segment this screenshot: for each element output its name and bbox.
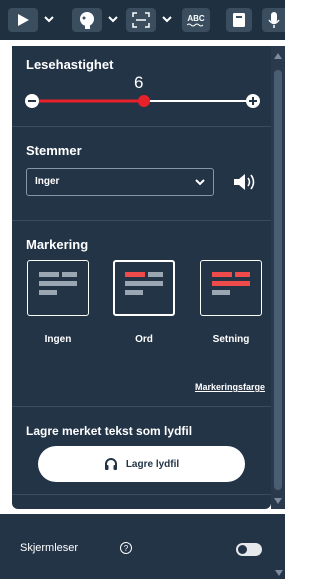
highlight-option-label: Ord bbox=[135, 334, 153, 345]
screen-mask-button[interactable] bbox=[126, 8, 156, 32]
dictation-button[interactable] bbox=[262, 8, 285, 32]
highlight-title: Markering bbox=[26, 237, 89, 252]
highlight-option-word[interactable] bbox=[113, 260, 175, 316]
scroll-down-icon[interactable] bbox=[273, 497, 283, 505]
highlight-option-sentence[interactable] bbox=[200, 260, 262, 316]
play-button[interactable] bbox=[8, 8, 38, 32]
help-icon[interactable]: ? bbox=[120, 542, 132, 554]
chevron-down-icon bbox=[195, 179, 205, 186]
toggle-knob bbox=[238, 545, 247, 554]
footer: Skjermleser ? bbox=[0, 514, 285, 579]
abc-spellcheck-icon: ABC bbox=[187, 13, 205, 23]
microphone-icon bbox=[267, 12, 280, 28]
headphones-icon bbox=[104, 458, 117, 470]
save-audio-button[interactable]: Lagre lydfil bbox=[38, 446, 245, 482]
highlight-option-label: Setning bbox=[212, 334, 250, 345]
slider-thumb bbox=[138, 95, 150, 107]
speed-title: Lesehastighet bbox=[26, 57, 114, 72]
speed-value: 6 bbox=[134, 73, 144, 92]
save-audio-label: Lagre lydfil bbox=[125, 458, 180, 470]
chevron-down-icon[interactable] bbox=[108, 14, 118, 24]
play-icon bbox=[18, 14, 29, 26]
voice-select-value: Inger bbox=[35, 176, 60, 187]
book-icon bbox=[233, 13, 245, 27]
voices-title: Stemmer bbox=[26, 143, 82, 158]
highlight-option-none[interactable] bbox=[27, 260, 89, 316]
save-title: Lagre merket tekst som lydfil bbox=[26, 424, 193, 438]
scroll-down-icon[interactable] bbox=[274, 569, 284, 577]
speed-slider[interactable] bbox=[24, 93, 260, 109]
dictionary-button[interactable] bbox=[226, 8, 252, 32]
scroll-up-icon[interactable] bbox=[273, 52, 283, 60]
voice-select[interactable]: Inger bbox=[26, 168, 214, 196]
screen-reader-toggle[interactable] bbox=[236, 543, 262, 556]
spellcheck-button[interactable]: ABC bbox=[182, 8, 210, 32]
speaker-icon[interactable] bbox=[233, 173, 257, 191]
toolbar: ABC bbox=[0, 0, 285, 40]
highlight-color-link[interactable]: Markeringsfarge bbox=[195, 382, 265, 392]
chevron-down-icon[interactable] bbox=[44, 14, 54, 24]
chevron-down-icon[interactable] bbox=[162, 14, 172, 24]
settings-panel: Lesehastighet 6 Stemmer Inger Markering bbox=[12, 46, 271, 509]
screen-mask-icon bbox=[132, 12, 150, 28]
screen-reader-label: Skjermleser bbox=[20, 542, 79, 554]
scroll-thumb[interactable] bbox=[274, 70, 282, 490]
highlight-option-label: Ingen bbox=[44, 334, 72, 345]
face-icon bbox=[80, 12, 94, 29]
voice-button[interactable] bbox=[72, 8, 102, 32]
